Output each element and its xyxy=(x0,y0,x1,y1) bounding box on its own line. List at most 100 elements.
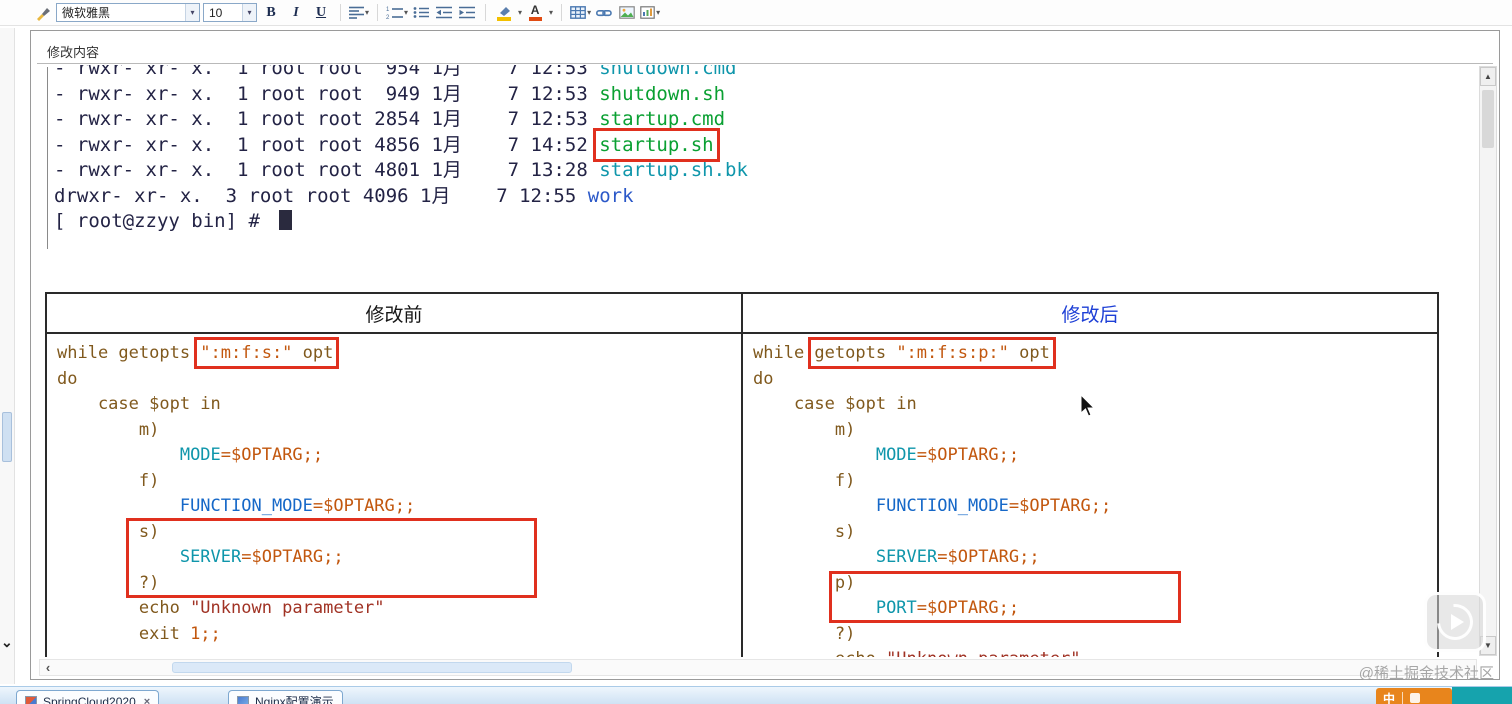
code-line: f) xyxy=(57,470,160,491)
chevron-down-icon: ▾ xyxy=(404,8,409,17)
code-line: exit 1;; xyxy=(57,623,221,644)
outdent-button[interactable] xyxy=(434,3,454,23)
scroll-left-icon[interactable]: ‹ xyxy=(40,660,56,675)
code-line: m) xyxy=(57,419,160,440)
unordered-list-button[interactable] xyxy=(411,3,431,23)
highlight-box-port-block xyxy=(829,571,1181,623)
code-line: f) xyxy=(753,470,856,491)
tab-label: SpringCloud2020 xyxy=(43,694,136,704)
italic-button[interactable]: I xyxy=(285,3,307,23)
insert-table-button[interactable]: ▾ xyxy=(570,3,591,23)
chevron-down-icon: ▾ xyxy=(365,8,370,17)
scroll-up-icon[interactable]: ▲ xyxy=(1480,67,1496,86)
toolbar-separator xyxy=(340,4,341,21)
highlight-box-getopts-before: ":m:f:s:" opt xyxy=(194,337,340,369)
indent-button[interactable] xyxy=(457,3,477,23)
after-header: 修改后 xyxy=(741,294,1437,332)
font-color-swatch xyxy=(528,17,542,21)
svg-text:1: 1 xyxy=(386,7,390,13)
chevron-down-icon[interactable]: ▾ xyxy=(242,4,256,21)
code-line: do xyxy=(57,368,78,389)
chevron-down-icon: ▾ xyxy=(587,8,592,17)
editor-window: 微软雅黑 ▾ 10 ▾ B I U ▾ 1 2 ▾ ▾ A ▾ ▾ ▾ ⌄ 修改内… xyxy=(0,0,1512,704)
bold-button[interactable]: B xyxy=(260,3,282,23)
terminal-line: - rwxr- xr- x. 1 root root 4856 1月 7 14:… xyxy=(54,127,720,162)
toolbar-separator xyxy=(561,4,563,21)
terminal-line: - rwxr- xr- x. 1 root root 2854 1月 7 12:… xyxy=(54,108,726,130)
before-code: while getopts ":m:f:s:" opt do case $opt … xyxy=(47,334,741,647)
underline-button[interactable]: U xyxy=(310,3,332,23)
chevron-down-icon: ▾ xyxy=(656,8,661,17)
highlight-box-startup-sh: startup.sh xyxy=(593,127,720,162)
horizontal-scroll-thumb[interactable] xyxy=(172,662,572,673)
font-size-value: 10 xyxy=(209,5,223,20)
code-line: echo "Unknown parameter" xyxy=(57,598,385,618)
before-code-cell[interactable]: while getopts ":m:f:s:" opt do case $opt … xyxy=(47,334,741,657)
terminal-prompt: [ root@zzyy bin] # xyxy=(54,209,748,235)
document-content: - rwxr- xr- x. 1 root root 954 1月 7 12:5… xyxy=(32,65,1478,657)
toolbar: 微软雅黑 ▾ 10 ▾ B I U ▾ 1 2 ▾ ▾ A ▾ ▾ ▾ xyxy=(0,0,1512,26)
toolbar-separator xyxy=(377,4,379,21)
chevron-down-icon[interactable]: ⌄ xyxy=(1,634,13,651)
vertical-scrollbar[interactable]: ▲ ▼ xyxy=(1479,66,1497,656)
code-line: FUNCTION_MODE=$OPTARG;; xyxy=(179,496,416,516)
taskbar-tab-nginx[interactable]: Nginx配置演示 xyxy=(228,690,343,704)
before-header: 修改前 xyxy=(365,304,423,326)
font-name-value: 微软雅黑 xyxy=(62,6,111,20)
highlight-color-button[interactable] xyxy=(494,3,514,23)
chevron-down-icon[interactable]: ▾ xyxy=(549,8,553,17)
replay-arc-icon xyxy=(1429,596,1481,648)
document-icon xyxy=(25,695,37,704)
document-icon xyxy=(237,695,249,704)
terminal-output[interactable]: - rwxr- xr- x. 1 root root 954 1月 7 12:5… xyxy=(47,65,758,249)
close-icon[interactable]: × xyxy=(144,696,150,704)
highlight-box-server-block xyxy=(126,518,537,598)
code-line: s) xyxy=(753,521,856,542)
insert-image-button[interactable] xyxy=(617,3,637,23)
insert-link-button[interactable] xyxy=(594,3,614,23)
diff-table-header: 修改前 修改后 xyxy=(47,294,1437,334)
svg-text:2: 2 xyxy=(386,15,390,20)
code-line: ?) xyxy=(753,623,856,644)
font-size-select[interactable]: 10 ▾ xyxy=(203,3,257,22)
highlight-box-getopts-after: getopts ":m:f:s:p:" opt xyxy=(808,337,1056,369)
code-line: case $opt in xyxy=(57,394,221,414)
left-scroll-strip[interactable]: ⌄ xyxy=(0,28,15,684)
panel-divider xyxy=(37,63,1493,64)
code-line: echo "Unknown parameter" xyxy=(753,647,1437,657)
terminal-line: - rwxr- xr- x. 1 root root 4801 1月 7 13:… xyxy=(54,159,748,181)
highlight-color-swatch xyxy=(497,16,512,21)
ime-indicator[interactable]: 中 xyxy=(1376,688,1452,704)
format-painter-icon[interactable] xyxy=(33,3,53,23)
terminal-cursor xyxy=(279,210,293,230)
terminal-line: - rwxr- xr- x. 1 root root 954 1月 7 12:5… xyxy=(54,65,737,79)
taskbar-tab-springcloud[interactable]: SpringCloud2020 × xyxy=(16,690,160,704)
diff-table-body: while getopts ":m:f:s:" opt do case $opt … xyxy=(47,334,1437,657)
tab-label: Nginx配置演示 xyxy=(255,695,334,704)
chevron-down-icon[interactable]: ▾ xyxy=(185,4,199,21)
font-name-select[interactable]: 微软雅黑 ▾ xyxy=(56,3,200,22)
content-panel: 修改内容 - rwxr- xr- x. 1 root root 954 1月 7… xyxy=(30,30,1500,680)
font-color-button[interactable]: A xyxy=(525,3,545,23)
vertical-scroll-thumb[interactable] xyxy=(1482,90,1494,148)
video-play-button[interactable] xyxy=(1424,592,1486,652)
watermark: @稀土掘金技术社区 xyxy=(1358,665,1494,682)
ime-mode-icon xyxy=(1410,693,1421,703)
terminal-line: - rwxr- xr- x. 1 root root 949 1月 7 12:5… xyxy=(54,82,726,105)
ime-language-label: 中 xyxy=(1383,691,1396,704)
panel-legend: 修改内容 xyxy=(47,45,100,60)
code-line: FUNCTION_MODE=$OPTARG;; xyxy=(875,496,1112,516)
after-code-cell[interactable]: while getopts ":m:f:s:p:" opt do case $op… xyxy=(741,334,1437,657)
horizontal-scrollbar[interactable]: ‹ xyxy=(39,659,1477,676)
mouse-cursor xyxy=(1080,393,1096,423)
align-button[interactable]: ▾ xyxy=(349,3,369,23)
insert-chart-button[interactable]: ▾ xyxy=(640,3,660,23)
chevron-down-icon[interactable]: ▾ xyxy=(518,8,522,17)
code-line: do xyxy=(753,368,774,389)
font-color-letter: A xyxy=(530,3,540,17)
code-line: MODE=$OPTARG;; xyxy=(179,445,324,465)
ime-divider xyxy=(1402,692,1404,704)
left-scroll-thumb[interactable] xyxy=(2,412,12,462)
taskbar-corner-block xyxy=(1452,687,1512,704)
ordered-list-button[interactable]: 1 2 ▾ xyxy=(386,3,408,23)
